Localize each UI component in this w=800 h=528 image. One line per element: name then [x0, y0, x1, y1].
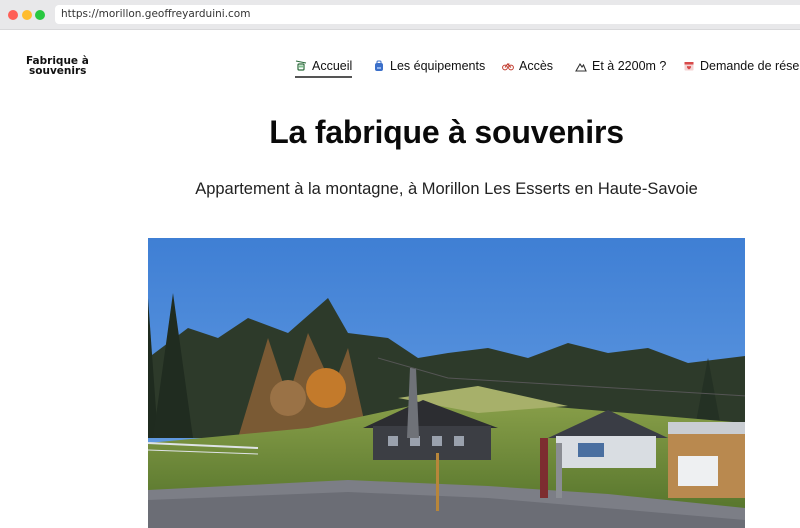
nav-item-2200m[interactable]: Et à 2200m ? — [575, 58, 666, 74]
backpack-icon — [373, 60, 385, 72]
minimize-window-button[interactable] — [22, 10, 32, 20]
cable-car-icon — [295, 60, 307, 72]
browser-toolbar: https://morillon.geoffreyarduini.com — [0, 0, 800, 30]
nav-label-acces: Accès — [519, 59, 554, 73]
heart-calendar-icon — [683, 60, 695, 72]
nav-item-acces[interactable]: Accès — [502, 58, 553, 74]
nav-item-reservation[interactable]: Demande de réserv — [683, 58, 800, 74]
site-logo[interactable]: Fabrique à souvenirs — [26, 56, 106, 77]
hero-photo — [148, 238, 745, 528]
address-bar[interactable]: https://morillon.geoffreyarduini.com — [55, 5, 800, 24]
nav-label-equipements: Les équipements — [390, 59, 486, 73]
maximize-window-button[interactable] — [35, 10, 45, 20]
logo-line-2: souvenirs — [29, 65, 87, 77]
page-title: La fabrique à souvenirs — [269, 114, 624, 150]
nav-label-reservation: Demande de réserv — [700, 59, 800, 73]
nav-item-equipements[interactable]: Les équipements — [373, 58, 485, 74]
nav-label-2200m: Et à 2200m ? — [592, 59, 667, 73]
nav-label-accueil: Accueil — [312, 59, 353, 73]
mountain-icon — [575, 60, 587, 72]
nav-item-accueil[interactable]: Accueil — [295, 58, 353, 78]
page-subtitle: Appartement à la montagne, à Morillon Le… — [195, 180, 698, 198]
bicycle-icon — [502, 60, 514, 72]
close-window-button[interactable] — [8, 10, 18, 20]
